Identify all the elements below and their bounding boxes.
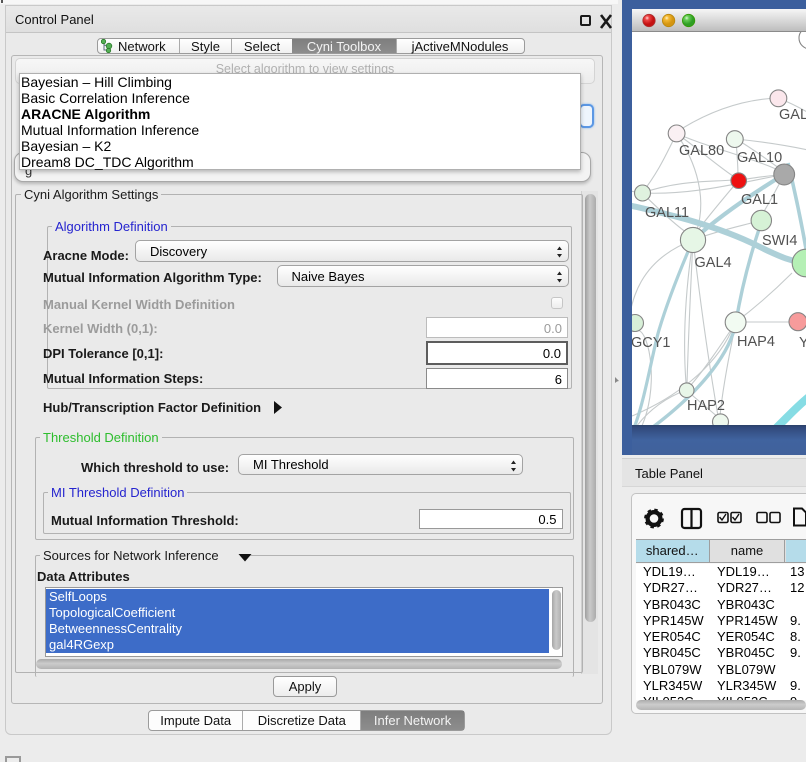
svg-text:GAL10: GAL10 <box>737 150 782 166</box>
svg-text:HAP4: HAP4 <box>737 334 775 350</box>
svg-text:GAL11: GAL11 <box>645 205 689 221</box>
svg-text:SWI4: SWI4 <box>762 233 797 249</box>
svg-text:HAP2: HAP2 <box>687 398 725 414</box>
svg-text:GAL4: GAL4 <box>695 255 732 271</box>
svg-text:GAL80: GAL80 <box>679 143 724 159</box>
svg-text:Y: Y <box>799 335 806 351</box>
svg-text:GAL7: GAL7 <box>779 107 806 123</box>
svg-text:GAL1: GAL1 <box>741 192 778 208</box>
svg-text:GCY1: GCY1 <box>632 335 671 351</box>
